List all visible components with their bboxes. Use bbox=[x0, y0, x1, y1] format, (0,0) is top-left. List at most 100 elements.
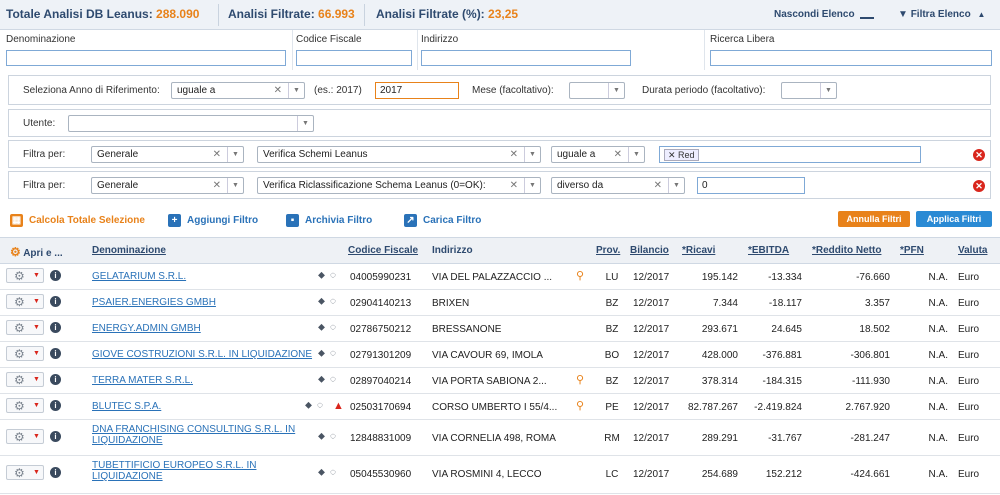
header-ricavi[interactable]: *Ricavi bbox=[682, 245, 715, 256]
row-actions-button[interactable]: ⚙ ▼ bbox=[6, 268, 44, 283]
gear-icon: ⚙ bbox=[14, 399, 25, 413]
info-icon[interactable]: i bbox=[50, 374, 61, 385]
info-icon[interactable]: i bbox=[50, 296, 61, 307]
company-name-link[interactable]: DNA FRANCHISING CONSULTING S.R.L. IN LIQU… bbox=[92, 424, 295, 446]
duration-label: Durata periodo (facoltativo): bbox=[642, 85, 766, 96]
tag-icon[interactable]: ⬥ bbox=[318, 322, 325, 333]
ricavi: 289.291 bbox=[701, 433, 738, 444]
header-reddito[interactable]: *Reddito Netto bbox=[812, 245, 881, 256]
comment-icon[interactable]: ◌ bbox=[330, 348, 336, 359]
company-name-link[interactable]: GIOVE COSTRUZIONI S.R.L. IN LIQUIDAZIONE bbox=[92, 349, 312, 360]
apply-filters-button[interactable]: Applica Filtri bbox=[916, 211, 992, 227]
minimize-icon bbox=[860, 17, 875, 19]
filter-field-select[interactable]: Verifica Schemi Leanus ✕ ▼ bbox=[257, 146, 541, 163]
info-icon[interactable]: i bbox=[50, 431, 61, 442]
remove-filter-icon[interactable]: ✕ bbox=[973, 180, 985, 192]
row-actions-button[interactable]: ⚙ ▼ bbox=[6, 372, 44, 387]
company-name-link[interactable]: TUBETTIFICIO EUROPEO S.R.L. IN LIQUIDAZIO… bbox=[92, 460, 256, 482]
table-row: ⚙ ▼ i BLUTEC S.P.A. ⬥ ◌ ▲ 02503170694 COR… bbox=[0, 394, 1000, 420]
header-denominazione[interactable]: Denominazione bbox=[92, 245, 166, 256]
filter-operator-select[interactable]: diverso da ✕ ▼ bbox=[551, 177, 685, 194]
filter-group-select[interactable]: Generale ✕ ▼ bbox=[91, 146, 244, 163]
year-filter-panel: Seleziona Anno di Riferimento: uguale a ✕… bbox=[8, 75, 991, 105]
codice-fiscale: 04005990231 bbox=[350, 272, 412, 283]
tag-icon[interactable]: ⬥ bbox=[318, 348, 325, 359]
pct-label: Analisi Filtrate (%): bbox=[376, 7, 485, 21]
row-actions-button[interactable]: ⚙ ▼ bbox=[6, 346, 44, 361]
ricavi: 254.689 bbox=[701, 469, 738, 480]
cancel-filters-button[interactable]: Annulla Filtri bbox=[838, 211, 910, 227]
row-actions-button[interactable]: ⚙ ▼ bbox=[6, 294, 44, 309]
company-name-link[interactable]: PSAIER.ENERGIES GMBH bbox=[92, 297, 216, 308]
free-search-input[interactable] bbox=[710, 50, 992, 66]
comment-icon[interactable]: ◌ bbox=[330, 374, 336, 385]
tag-icon[interactable]: ⬥ bbox=[318, 374, 325, 385]
month-select[interactable]: ▼ bbox=[569, 82, 625, 99]
company-name-link[interactable]: TERRA MATER S.R.L. bbox=[92, 375, 193, 386]
info-icon[interactable]: i bbox=[50, 467, 61, 478]
filter-label: Filtra per: bbox=[23, 180, 66, 191]
header-valuta[interactable]: Valuta bbox=[958, 245, 987, 256]
header-prov[interactable]: Prov. bbox=[596, 245, 620, 256]
company-name-link[interactable]: GELATARIUM S.R.L. bbox=[92, 271, 186, 282]
filter-group-select[interactable]: Generale ✕ ▼ bbox=[91, 177, 244, 194]
header-bilancio[interactable]: Bilancio bbox=[630, 245, 669, 256]
apri-header[interactable]: ⚙ Apri e ... bbox=[10, 245, 63, 259]
company-name-link[interactable]: BLUTEC S.P.A. bbox=[92, 401, 161, 412]
row-actions-button[interactable]: ⚙ ▼ bbox=[6, 429, 44, 444]
indirizzo: VIA CORNELIA 498, ROMA bbox=[432, 433, 556, 444]
tag-icon[interactable]: ⬥ bbox=[318, 296, 325, 307]
comment-icon[interactable]: ◌ bbox=[330, 431, 336, 442]
value-tag[interactable]: ✕ Red bbox=[664, 149, 699, 161]
info-icon[interactable]: i bbox=[50, 400, 61, 411]
info-icon[interactable]: i bbox=[50, 270, 61, 281]
denominazione-search-input[interactable] bbox=[6, 50, 286, 66]
filter-value-input[interactable]: 0 bbox=[697, 177, 805, 194]
indirizzo-search-input[interactable] bbox=[421, 50, 631, 66]
calcola-button[interactable]: ▦ Calcola Totale Selezione bbox=[10, 214, 145, 227]
filter-value-multiselect[interactable]: ✕ Red bbox=[659, 146, 921, 163]
map-pin-icon[interactable]: ⚲ bbox=[576, 373, 584, 386]
codice-fiscale: 02786750212 bbox=[350, 324, 412, 335]
row-actions-button[interactable]: ⚙ ▼ bbox=[6, 398, 44, 413]
tag-icon[interactable]: ⬥ bbox=[318, 467, 325, 478]
comment-icon[interactable]: ◌ bbox=[330, 270, 336, 281]
comment-icon[interactable]: ◌ bbox=[330, 296, 336, 307]
warning-icon[interactable]: ▲ bbox=[333, 400, 344, 412]
duration-select[interactable]: ▼ bbox=[781, 82, 837, 99]
tag-icon[interactable]: ⬥ bbox=[318, 431, 325, 442]
filter-field-select[interactable]: Verifica Riclassificazione Schema Leanus… bbox=[257, 177, 541, 194]
valuta: Euro bbox=[958, 272, 980, 283]
row-actions-button[interactable]: ⚙ ▼ bbox=[6, 465, 44, 480]
user-select[interactable]: ▼ bbox=[68, 115, 314, 132]
year-operator-select[interactable]: uguale a ✕ ▼ bbox=[171, 82, 305, 99]
map-pin-icon[interactable]: ⚲ bbox=[576, 399, 584, 412]
year-input[interactable]: 2017 bbox=[375, 82, 459, 99]
tag-icon[interactable]: ⬥ bbox=[318, 270, 325, 281]
tag-icon[interactable]: ⬥ bbox=[305, 400, 312, 411]
archive-filter-button[interactable]: ▪ Archivia Filtro bbox=[286, 214, 372, 227]
caret-down-icon: ▼ bbox=[33, 324, 40, 331]
comment-icon[interactable]: ◌ bbox=[330, 467, 336, 478]
chevron-down-icon: ▼ bbox=[288, 83, 304, 98]
header-codice-fiscale[interactable]: Codice Fiscale bbox=[348, 245, 418, 256]
cf-search-input[interactable] bbox=[296, 50, 412, 66]
info-icon[interactable]: i bbox=[50, 322, 61, 333]
filtered-value: 66.993 bbox=[318, 7, 355, 21]
comment-icon[interactable]: ◌ bbox=[317, 400, 323, 411]
map-pin-icon[interactable]: ⚲ bbox=[576, 269, 584, 282]
comment-icon[interactable]: ◌ bbox=[330, 322, 336, 333]
chevron-down-icon: ▼ bbox=[524, 178, 540, 193]
header-pfn[interactable]: *PFN bbox=[900, 245, 924, 256]
remove-filter-icon[interactable]: ✕ bbox=[973, 149, 985, 161]
load-filter-button[interactable]: ↗ Carica Filtro bbox=[404, 214, 481, 227]
header-ebitda[interactable]: *EBITDA bbox=[748, 245, 789, 256]
hide-list-button[interactable]: Nascondi Elenco bbox=[774, 9, 875, 20]
filter-list-button[interactable]: ▼ Filtra Elenco ▲ bbox=[898, 9, 985, 20]
info-icon[interactable]: i bbox=[50, 348, 61, 359]
filter-operator-select[interactable]: uguale a ✕ ▼ bbox=[551, 146, 645, 163]
add-filter-button[interactable]: + Aggiungi Filtro bbox=[168, 214, 258, 227]
company-name-link[interactable]: ENERGY.ADMIN GMBH bbox=[92, 323, 201, 334]
year-label: Seleziona Anno di Riferimento: bbox=[23, 85, 160, 96]
row-actions-button[interactable]: ⚙ ▼ bbox=[6, 320, 44, 335]
